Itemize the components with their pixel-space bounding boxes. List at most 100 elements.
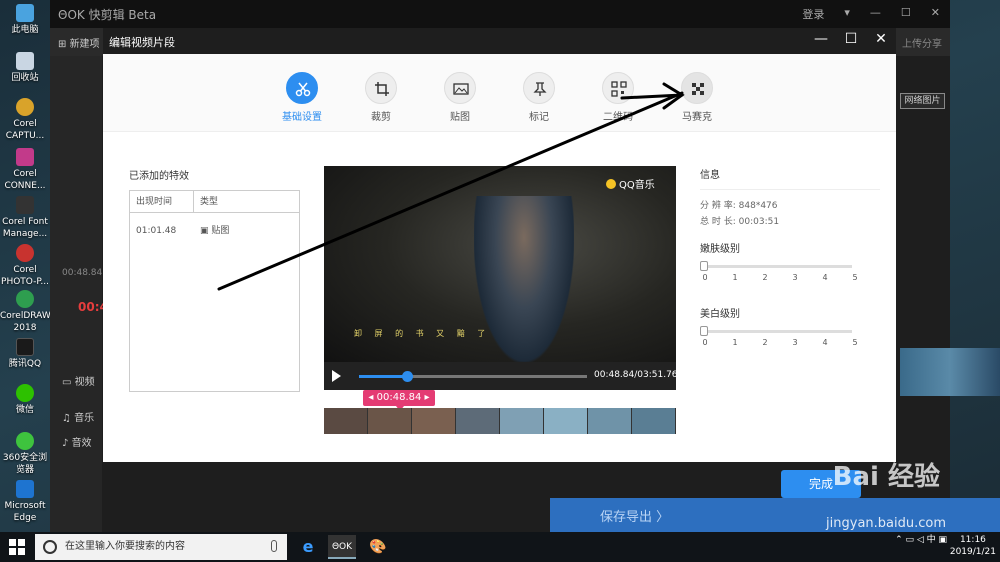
baidu-watermark-url: jingyan.baidu.com bbox=[826, 516, 946, 531]
app-logo: ΘOK 快剪辑 Beta bbox=[58, 7, 157, 22]
edit-clip-dialog: 编辑视频片段 — ☐ ✕ 基础设置 裁剪 贴图 标记 二维码 马赛克 已添加的特… bbox=[103, 28, 896, 462]
desktop-icon-edge[interactable]: Microsoft Edge bbox=[0, 480, 50, 524]
mosaic-icon bbox=[681, 72, 713, 104]
skin-level-slider[interactable]: 012345 bbox=[700, 261, 880, 295]
corel-connect-icon bbox=[16, 148, 34, 166]
dialog-title: 编辑视频片段 bbox=[109, 36, 175, 49]
desktop-icon-wechat[interactable]: 微信 bbox=[0, 384, 50, 416]
skin-slider-handle[interactable] bbox=[700, 261, 708, 271]
corel-photo-icon bbox=[16, 244, 34, 262]
tab-qr-code[interactable]: 二维码 bbox=[588, 72, 648, 123]
qq-icon bbox=[16, 338, 34, 356]
dialog-close-icon[interactable]: ✕ bbox=[872, 31, 890, 47]
sfx-track-label: ♪ 音效 bbox=[62, 438, 92, 449]
clock-time[interactable]: 11:16 bbox=[950, 534, 996, 546]
kuaijianji-icon[interactable]: ΘOK bbox=[328, 535, 356, 559]
desktop-icon-this-pc[interactable]: 此电脑 bbox=[0, 4, 50, 36]
image-icon: ▣ bbox=[200, 226, 209, 236]
new-project-button[interactable]: ⊞ 新建项 bbox=[58, 35, 100, 50]
video-track-label: ▭ 视频 bbox=[62, 377, 95, 388]
video-subtitle: 卸 屏 的 书 又 黯 了 bbox=[354, 329, 491, 338]
system-tray: ⌃ ▭ ◁ 中 ▣ 11:16 2019/1/21 bbox=[895, 534, 996, 558]
info-panel: 信息 分 辨 率: 848*476 总 时 长: 00:03:51 嫩肤级别 0… bbox=[700, 166, 880, 360]
table-row[interactable]: 01:01.48 ▣ 贴图 bbox=[130, 213, 299, 249]
column-type: 类型 bbox=[200, 197, 219, 207]
play-icon[interactable] bbox=[332, 370, 341, 382]
taskbar-search-input[interactable]: 在这里输入你要搜索的内容 bbox=[35, 534, 287, 560]
edge-icon[interactable]: e bbox=[294, 535, 322, 559]
login-link[interactable]: 登录 bbox=[802, 6, 824, 22]
music-track-label: ♫ 音乐 bbox=[62, 413, 95, 424]
desktop-icon-corel-connect[interactable]: Corel CONNE... bbox=[0, 148, 50, 192]
dialog-titlebar: 编辑视频片段 — ☐ ✕ bbox=[103, 28, 896, 54]
dialog-minimize-icon[interactable]: — bbox=[812, 31, 830, 47]
network-image-button[interactable]: 网络图片 bbox=[900, 93, 945, 109]
wechat-icon bbox=[16, 384, 34, 402]
sticker-image-icon bbox=[444, 72, 476, 104]
cortana-search-icon bbox=[43, 540, 57, 554]
dialog-tool-tabs: 基础设置 裁剪 贴图 标记 二维码 马赛克 bbox=[103, 54, 896, 132]
timeline-clip-strip[interactable] bbox=[900, 348, 1000, 396]
whiten-level-slider[interactable]: 012345 bbox=[700, 326, 880, 360]
effect-time: 01:01.48 bbox=[136, 226, 177, 236]
timeline-time: 00:48.84 bbox=[62, 268, 103, 278]
whiten-slider-handle[interactable] bbox=[700, 326, 708, 336]
column-appear-time: 出现时间 bbox=[130, 191, 194, 212]
seek-handle[interactable] bbox=[401, 371, 413, 382]
skin-level-label: 嫩肤级别 bbox=[700, 244, 740, 255]
corel-font-icon bbox=[16, 196, 34, 214]
clip-thumbnail-strip[interactable] bbox=[324, 408, 676, 434]
qq-music-icon bbox=[606, 179, 616, 189]
desktop-icon-corel-capture[interactable]: Corel CAPTU... bbox=[0, 98, 50, 142]
resolution-row: 分 辨 率: 848*476 bbox=[700, 201, 778, 211]
info-title: 信息 bbox=[700, 170, 720, 181]
dialog-maximize-icon[interactable]: ☐ bbox=[842, 31, 860, 47]
tab-basic-settings[interactable]: 基础设置 bbox=[272, 72, 332, 123]
maximize-icon[interactable]: ☐ bbox=[901, 6, 911, 22]
minimize-icon[interactable]: — bbox=[870, 6, 881, 22]
seek-bar[interactable] bbox=[359, 371, 587, 382]
corel-capture-icon bbox=[16, 98, 34, 116]
tab-crop[interactable]: 裁剪 bbox=[351, 72, 411, 123]
tab-sticker[interactable]: 贴图 bbox=[430, 72, 490, 123]
desktop-icon-360-browser[interactable]: 360安全浏览器 bbox=[0, 432, 50, 476]
baidu-watermark: Bai 经验 bbox=[832, 462, 940, 492]
coreldraw-icon bbox=[16, 290, 34, 308]
desktop-icon-corel-font[interactable]: Corel Font Manage... bbox=[0, 196, 50, 240]
close-icon[interactable]: ✕ bbox=[931, 6, 940, 22]
tab-mosaic[interactable]: 马赛克 bbox=[667, 72, 727, 123]
crop-icon bbox=[365, 72, 397, 104]
edge-icon bbox=[16, 480, 34, 498]
paint-icon[interactable]: 🎨 bbox=[364, 535, 392, 559]
app-titlebar: ΘOK 快剪辑 Beta 登录 ▾ — ☐ ✕ bbox=[50, 0, 950, 28]
microphone-icon[interactable] bbox=[271, 540, 277, 552]
tray-icons[interactable]: ⌃ ▭ ◁ 中 ▣ bbox=[895, 535, 950, 545]
clock-date[interactable]: 2019/1/21 bbox=[950, 546, 996, 558]
tab-marker[interactable]: 标记 bbox=[509, 72, 569, 123]
video-preview[interactable]: QQ音乐 卸 屏 的 书 又 黯 了 00:48.84/03:51.76 bbox=[324, 166, 676, 390]
desktop-icon-coreldraw[interactable]: CorelDRAW 2018 bbox=[0, 290, 51, 334]
desktop-icon-qq[interactable]: 腾讯QQ bbox=[0, 338, 50, 370]
browser-360-icon bbox=[16, 432, 34, 450]
time-display: 00:48.84/03:51.76 bbox=[594, 370, 676, 380]
qq-music-watermark: QQ音乐 bbox=[606, 176, 655, 191]
effect-type: ▣ 贴图 bbox=[200, 226, 230, 236]
effects-panel-title: 已添加的特效 bbox=[129, 171, 189, 182]
qr-code-icon bbox=[602, 72, 634, 104]
video-frame: QQ音乐 卸 屏 的 书 又 黯 了 bbox=[324, 166, 676, 362]
recycle-bin-icon bbox=[16, 52, 34, 70]
player-controls: 00:48.84/03:51.76 bbox=[324, 362, 676, 390]
seek-bar-fill bbox=[359, 375, 407, 378]
effects-table-header: 出现时间 类型 bbox=[130, 191, 299, 213]
windows-start-icon[interactable] bbox=[8, 538, 26, 556]
desktop-icon-recycle-bin[interactable]: 回收站 bbox=[0, 52, 50, 84]
menu-icon[interactable]: ▾ bbox=[844, 6, 850, 22]
clip-position-tag[interactable]: ◂ 00:48.84 ▸ bbox=[363, 390, 435, 411]
pin-marker-icon bbox=[523, 72, 555, 104]
effects-table: 出现时间 类型 01:01.48 ▣ 贴图 bbox=[129, 190, 300, 392]
desktop-icon-corel-photo[interactable]: Corel PHOTO-P... bbox=[0, 244, 50, 288]
app-track-panel: 00:48.84 ▭ 视频 ♫ 音乐 ♪ 音效 bbox=[50, 56, 102, 532]
computer-icon bbox=[16, 4, 34, 22]
upload-share-button[interactable]: 上传分享 bbox=[902, 35, 942, 50]
duration-row: 总 时 长: 00:03:51 bbox=[700, 217, 780, 227]
